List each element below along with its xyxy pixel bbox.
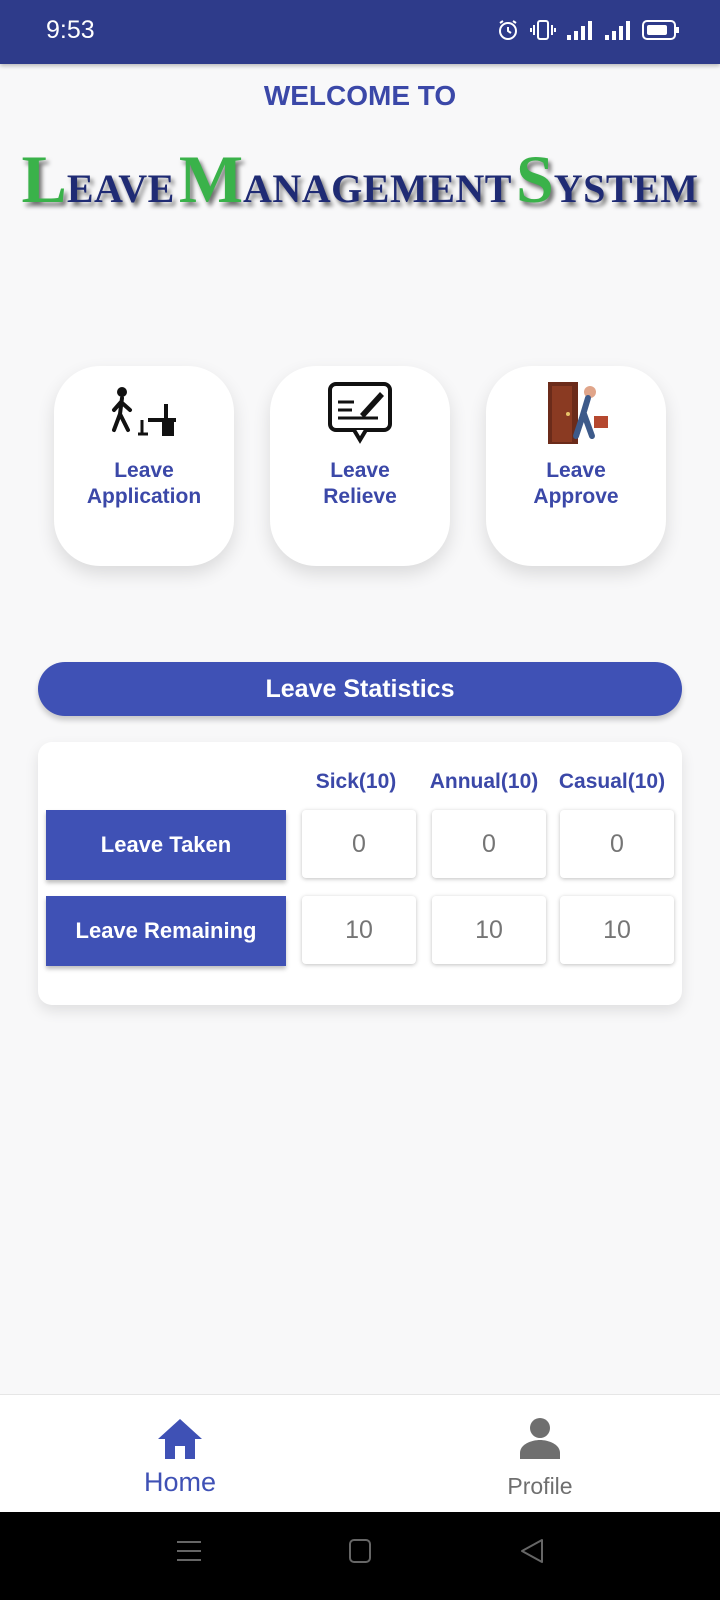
nav-home[interactable]: Home: [0, 1395, 360, 1513]
home-button-icon[interactable]: [348, 1538, 372, 1564]
signal-icon: [567, 21, 592, 40]
person-leaving-door-icon: [548, 382, 608, 444]
person-walking-to-desk-icon: [112, 387, 176, 436]
nav-profile[interactable]: Profile: [360, 1395, 720, 1513]
vibrate-icon: [530, 20, 556, 40]
leave-application-label: Leave Application: [86, 459, 202, 508]
row-header-leave-remaining: Leave Remaining: [46, 896, 286, 966]
welcome-heading: WELCOME TO: [263, 80, 457, 111]
leave-statistics-table: Sick(10) Annual(10) Casual(10) Leave Tak…: [38, 742, 682, 1005]
system-navigation-bar: [0, 1512, 720, 1600]
action-cards: Leave Application Leave Relieve Leave Ap…: [54, 366, 666, 566]
leave-taken-annual-value: 0: [432, 810, 546, 878]
alarm-icon: [499, 20, 517, 40]
signed-document-icon: [328, 382, 392, 444]
leave-approve-label: Leave Approve: [533, 459, 619, 508]
leave-approve-card[interactable]: Leave Approve: [486, 366, 666, 566]
bottom-navigation: Home Profile: [0, 1394, 720, 1513]
leave-application-card[interactable]: Leave Application: [54, 366, 234, 566]
leave-statistics-header: Leave Statistics: [38, 662, 682, 716]
leave-relieve-card[interactable]: Leave Relieve: [270, 366, 450, 566]
column-header-sick: Sick(10): [315, 770, 397, 793]
leave-taken-casual-value: 0: [560, 810, 674, 878]
status-time: 9:53: [46, 16, 95, 44]
home-icon: [158, 1419, 202, 1459]
status-icons: [496, 18, 680, 42]
back-icon[interactable]: [520, 1538, 544, 1564]
leave-remaining-annual-value: 10: [432, 896, 546, 964]
person-icon: [520, 1418, 560, 1459]
column-header-annual: Annual(10): [429, 770, 539, 793]
leave-relieve-label: Leave Relieve: [323, 459, 397, 508]
column-header-casual: Casual(10): [558, 770, 666, 793]
app-logo: LEAVE MANAGEMENT SYSTEM: [21, 141, 699, 217]
row-header-leave-taken: Leave Taken: [46, 810, 286, 880]
leave-remaining-sick-value: 10: [302, 896, 416, 964]
leave-remaining-casual-value: 10: [560, 896, 674, 964]
nav-home-label: Home: [143, 1467, 217, 1497]
signal-icon-2: [605, 21, 630, 40]
leave-taken-sick-value: 0: [302, 810, 416, 878]
status-bar: 9:53: [0, 0, 720, 64]
nav-profile-label: Profile: [507, 1473, 573, 1499]
battery-icon: [642, 20, 679, 40]
menu-icon[interactable]: [176, 1538, 202, 1564]
